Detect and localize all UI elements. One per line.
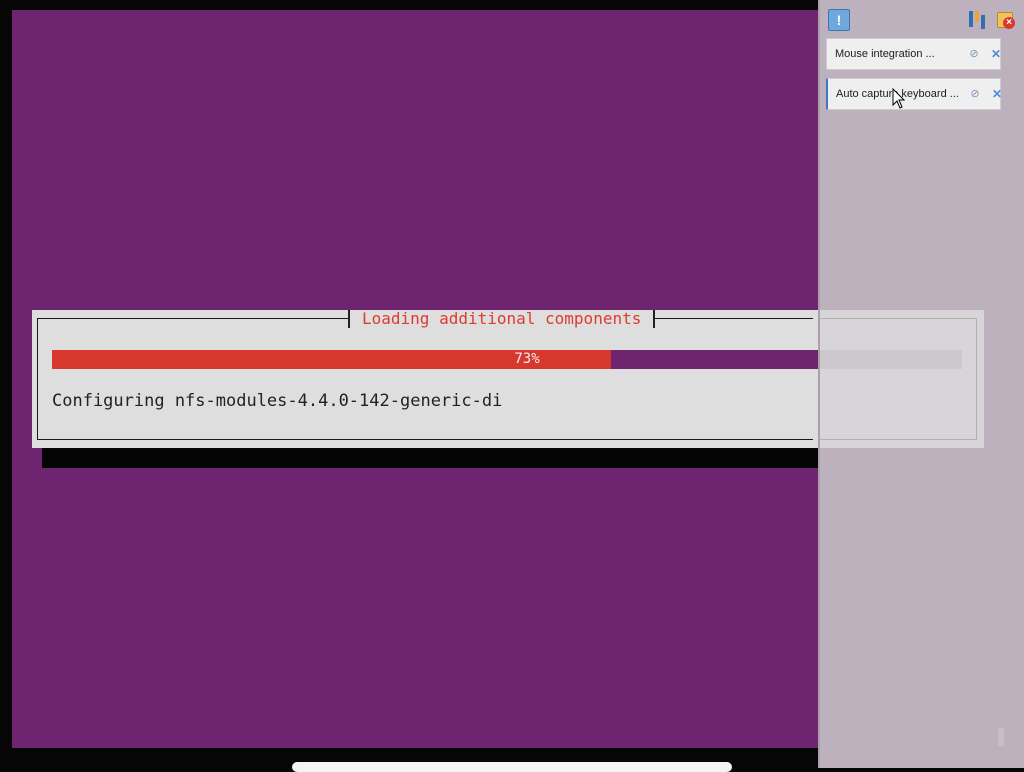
close-all-icon[interactable]: × [995,9,1017,31]
pin-icon[interactable]: ⊘ [969,88,981,100]
dialog-overlap-progress [820,350,962,369]
progress-percent-label: 73% [514,351,540,367]
host-bottom-bar [292,762,732,772]
notification-item-mouse-integration[interactable]: Mouse integration ... ⊘ ✕ [826,38,1001,70]
close-icon[interactable]: ✕ [991,88,1003,100]
vm-guest-screen[interactable]: Loading additional components 73% Config… [12,10,818,748]
pin-icon[interactable]: ⊘ [968,48,980,60]
progress-bar: 73% [52,350,818,369]
panel-resize-grip[interactable] [998,728,1004,746]
dialog-frame [37,318,813,440]
notification-center-panel: ! × Mouse integration ... ⊘ ✕ Auto captu… [818,0,1024,768]
close-icon[interactable]: ✕ [990,48,1002,60]
dialog-overlap-region [820,310,984,448]
dialog-shadow [42,448,818,468]
status-message: Configuring nfs-modules-4.4.0-142-generi… [52,391,503,411]
dialog-overlap-frame [820,318,977,440]
sort-icon[interactable] [966,9,988,31]
dialog-title: Loading additional components [348,310,656,328]
exclamation-bubble-icon[interactable]: ! [828,9,850,31]
notification-item-auto-capture-keyboard[interactable]: Auto capture keyboard ... ⊘ ✕ [826,78,1003,110]
notification-toolbar: ! × [820,0,1024,36]
installer-dialog: Loading additional components 73% Config… [32,310,818,448]
mouse-cursor-icon [892,88,906,109]
notification-label: Mouse integration ... [835,48,935,60]
